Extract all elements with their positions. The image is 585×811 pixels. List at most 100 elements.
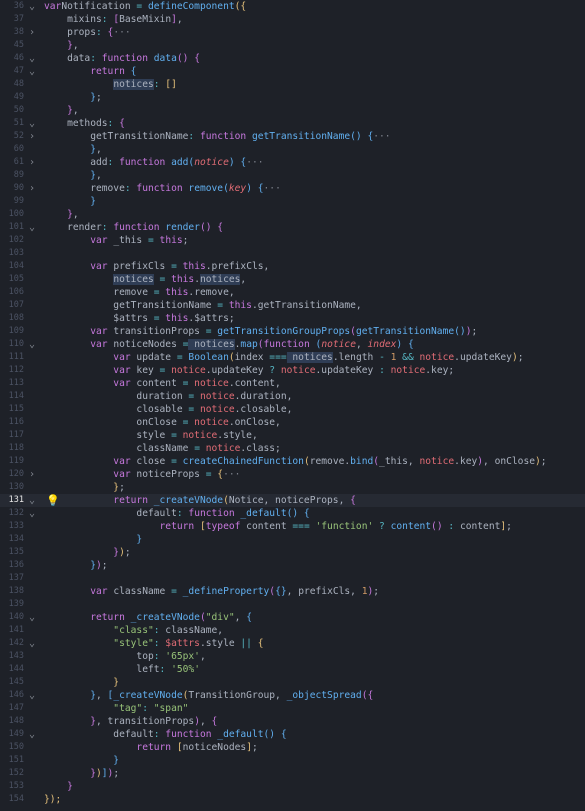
code-line[interactable]: 130 };: [0, 481, 585, 494]
code-token: noticeNodes: [107, 339, 183, 350]
code-line[interactable]: 103: [0, 247, 585, 260]
code-token: style: [44, 430, 172, 441]
code-line[interactable]: 60 },: [0, 143, 585, 156]
code-line[interactable]: 112 var key = notice.updateKey ? notice.…: [0, 364, 585, 377]
code-line[interactable]: 116 onClose = notice.onClose,: [0, 416, 585, 429]
code-token: className,: [159, 625, 224, 636]
fold-collapsed-icon[interactable]: ›: [27, 156, 37, 169]
code-line[interactable]: 136 });: [0, 559, 585, 572]
fold-expanded-icon[interactable]: ⌄: [27, 221, 37, 234]
fold-expanded-icon[interactable]: ⌄: [27, 494, 37, 507]
fold-expanded-icon[interactable]: ⌄: [27, 338, 37, 351]
code-line[interactable]: 90 › remove: function remove(key) {···: [0, 182, 585, 195]
code-token: _createVNode: [113, 690, 183, 701]
code-line[interactable]: 113 var content = notice.content,: [0, 377, 585, 390]
code-line[interactable]: 153 }: [0, 780, 585, 793]
code-token: }: [44, 716, 96, 727]
code-line[interactable]: 138 var className = _defineProperty({}, …: [0, 585, 585, 598]
code-line[interactable]: 50 },: [0, 104, 585, 117]
code-line[interactable]: 52 › getTransitionName: function getTrans…: [0, 130, 585, 143]
code-line[interactable]: 145 }: [0, 676, 585, 689]
code-token: render: [44, 222, 102, 233]
code-text: },: [44, 39, 79, 52]
code-line[interactable]: 115 closable = notice.closable,: [0, 403, 585, 416]
code-line[interactable]: 133 return [typeof content === 'function…: [0, 520, 585, 533]
code-line[interactable]: 61 › add: function add(notice) {···: [0, 156, 585, 169]
code-line[interactable]: 110 ⌄ var noticeNodes = notices.map(funct…: [0, 338, 585, 351]
code-line[interactable]: 89 },: [0, 169, 585, 182]
code-line[interactable]: 141 "class": className,: [0, 624, 585, 637]
code-token: $attrs: [159, 638, 200, 649]
code-token: {: [211, 469, 224, 480]
code-line[interactable]: 46 ⌄ data: function data() {: [0, 52, 585, 65]
code-line[interactable]: 106 remove = this.remove,: [0, 286, 585, 299]
code-line[interactable]: 137: [0, 572, 585, 585]
line-number: 60: [13, 144, 24, 154]
code-line[interactable]: 146 ⌄ }, [_createVNode(TransitionGroup, _…: [0, 689, 585, 702]
code-line[interactable]: 107 getTransitionName = this.getTransiti…: [0, 299, 585, 312]
code-line[interactable]: 111 var update = Boolean(index === notic…: [0, 351, 585, 364]
code-line[interactable]: 154});: [0, 793, 585, 806]
fold-expanded-icon[interactable]: ⌄: [27, 507, 37, 520]
code-line[interactable]: 99 }: [0, 195, 585, 208]
code-line[interactable]: 147 "tag": "span": [0, 702, 585, 715]
code-line[interactable]: 150 return [noticeNodes];: [0, 741, 585, 754]
code-line[interactable]: 149 ⌄ default: function _default() {: [0, 728, 585, 741]
code-token: }: [44, 755, 120, 766]
code-line[interactable]: 134 }: [0, 533, 585, 546]
code-line[interactable]: 100 },: [0, 208, 585, 221]
code-line[interactable]: 144 left: '50%': [0, 663, 585, 676]
line-number: 132: [8, 508, 24, 518]
fold-expanded-icon[interactable]: ⌄: [27, 52, 37, 65]
fold-collapsed-icon[interactable]: ›: [27, 468, 37, 481]
fold-expanded-icon[interactable]: ⌄: [27, 117, 37, 130]
line-number: 114: [8, 391, 24, 401]
fold-expanded-icon[interactable]: ⌄: [27, 0, 37, 13]
code-line[interactable]: 37 mixins: [BaseMixin],: [0, 13, 585, 26]
fold-collapsed-icon[interactable]: ›: [27, 182, 37, 195]
line-number: 110: [8, 339, 24, 349]
code-line[interactable]: 36 ⌄ varNotification = defineComponent({: [0, 0, 585, 13]
code-line[interactable]: 101 ⌄ render: function render() {: [0, 221, 585, 234]
fold-expanded-icon[interactable]: ⌄: [27, 689, 37, 702]
code-line[interactable]: 45 },: [0, 39, 585, 52]
code-line[interactable]: 143 top: '65px',: [0, 650, 585, 663]
code-line[interactable]: 131 ⌄ 💡 return _createVNode(Notice, notice…: [0, 494, 585, 507]
code-line[interactable]: 132 ⌄ default: function _default() {: [0, 507, 585, 520]
code-line[interactable]: 135 });: [0, 546, 585, 559]
code-line[interactable]: 114 duration = notice.duration,: [0, 390, 585, 403]
line-number: 50: [13, 105, 24, 115]
code-token: ;: [113, 768, 120, 779]
code-editor[interactable]: 36 ⌄ varNotification = defineComponent({37…: [0, 0, 585, 811]
fold-expanded-icon[interactable]: ⌄: [27, 611, 37, 624]
fold-collapsed-icon[interactable]: ›: [27, 130, 37, 143]
code-line[interactable]: 118 className = notice.class;: [0, 442, 585, 455]
code-line[interactable]: 38 › props: {···: [0, 26, 585, 39]
code-token: ;: [471, 326, 478, 337]
code-token: TransitionGroup,: [188, 690, 287, 701]
fold-expanded-icon[interactable]: ⌄: [27, 65, 37, 78]
fold-expanded-icon[interactable]: ⌄: [27, 637, 37, 650]
code-line[interactable]: 47 ⌄ return {: [0, 65, 585, 78]
code-line[interactable]: 140 ⌄ return _createVNode("div", {: [0, 611, 585, 624]
code-token: .class;: [240, 443, 281, 454]
fold-collapsed-icon[interactable]: ›: [27, 26, 37, 39]
code-line[interactable]: 151 }: [0, 754, 585, 767]
code-line[interactable]: 142 ⌄ "style": $attrs.style || {: [0, 637, 585, 650]
code-line[interactable]: 152 })]);: [0, 767, 585, 780]
code-line[interactable]: 119 var close = createChainedFunction(re…: [0, 455, 585, 468]
code-line[interactable]: 109 var transitionProps = getTransitionG…: [0, 325, 585, 338]
code-line[interactable]: 105 notices = this.notices,: [0, 273, 585, 286]
code-line[interactable]: 104 var prefixCls = this.prefixCls,: [0, 260, 585, 273]
fold-expanded-icon[interactable]: ⌄: [27, 728, 37, 741]
code-line[interactable]: 120 › var noticeProps = {···: [0, 468, 585, 481]
code-line[interactable]: 108 $attrs = this.$attrs;: [0, 312, 585, 325]
code-line[interactable]: 148 }, transitionProps), {: [0, 715, 585, 728]
code-line[interactable]: 139: [0, 598, 585, 611]
code-line[interactable]: 102 var _this = this;: [0, 234, 585, 247]
code-line[interactable]: 49 };: [0, 91, 585, 104]
code-line[interactable]: 48 notices: []: [0, 78, 585, 91]
code-line[interactable]: 117 style = notice.style,: [0, 429, 585, 442]
code-token: (): [431, 521, 443, 532]
code-line[interactable]: 51 ⌄ methods: {: [0, 117, 585, 130]
